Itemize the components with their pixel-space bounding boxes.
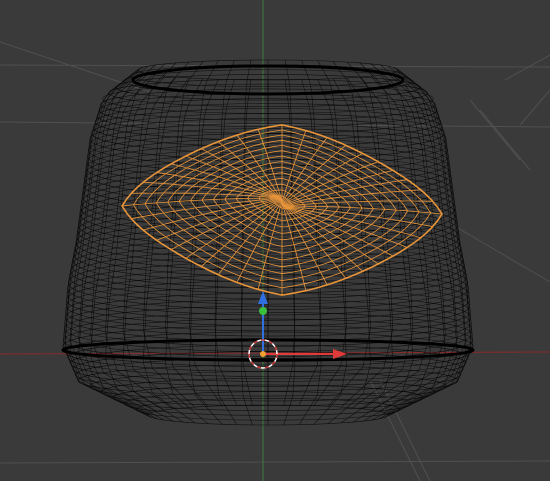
grid-line <box>479 109 531 171</box>
grid-line <box>504 54 550 81</box>
gizmo-y-handle <box>259 307 267 315</box>
viewport-canvas[interactable] <box>0 0 550 481</box>
origin-dot-icon <box>260 351 266 357</box>
3d-viewport[interactable] <box>0 0 550 481</box>
gizmo-x-arrow-icon <box>333 349 347 359</box>
grid-line <box>0 460 550 464</box>
grid-line <box>379 379 431 481</box>
grid-line <box>409 199 550 283</box>
grid-line <box>519 89 550 126</box>
grid-line <box>469 99 521 161</box>
